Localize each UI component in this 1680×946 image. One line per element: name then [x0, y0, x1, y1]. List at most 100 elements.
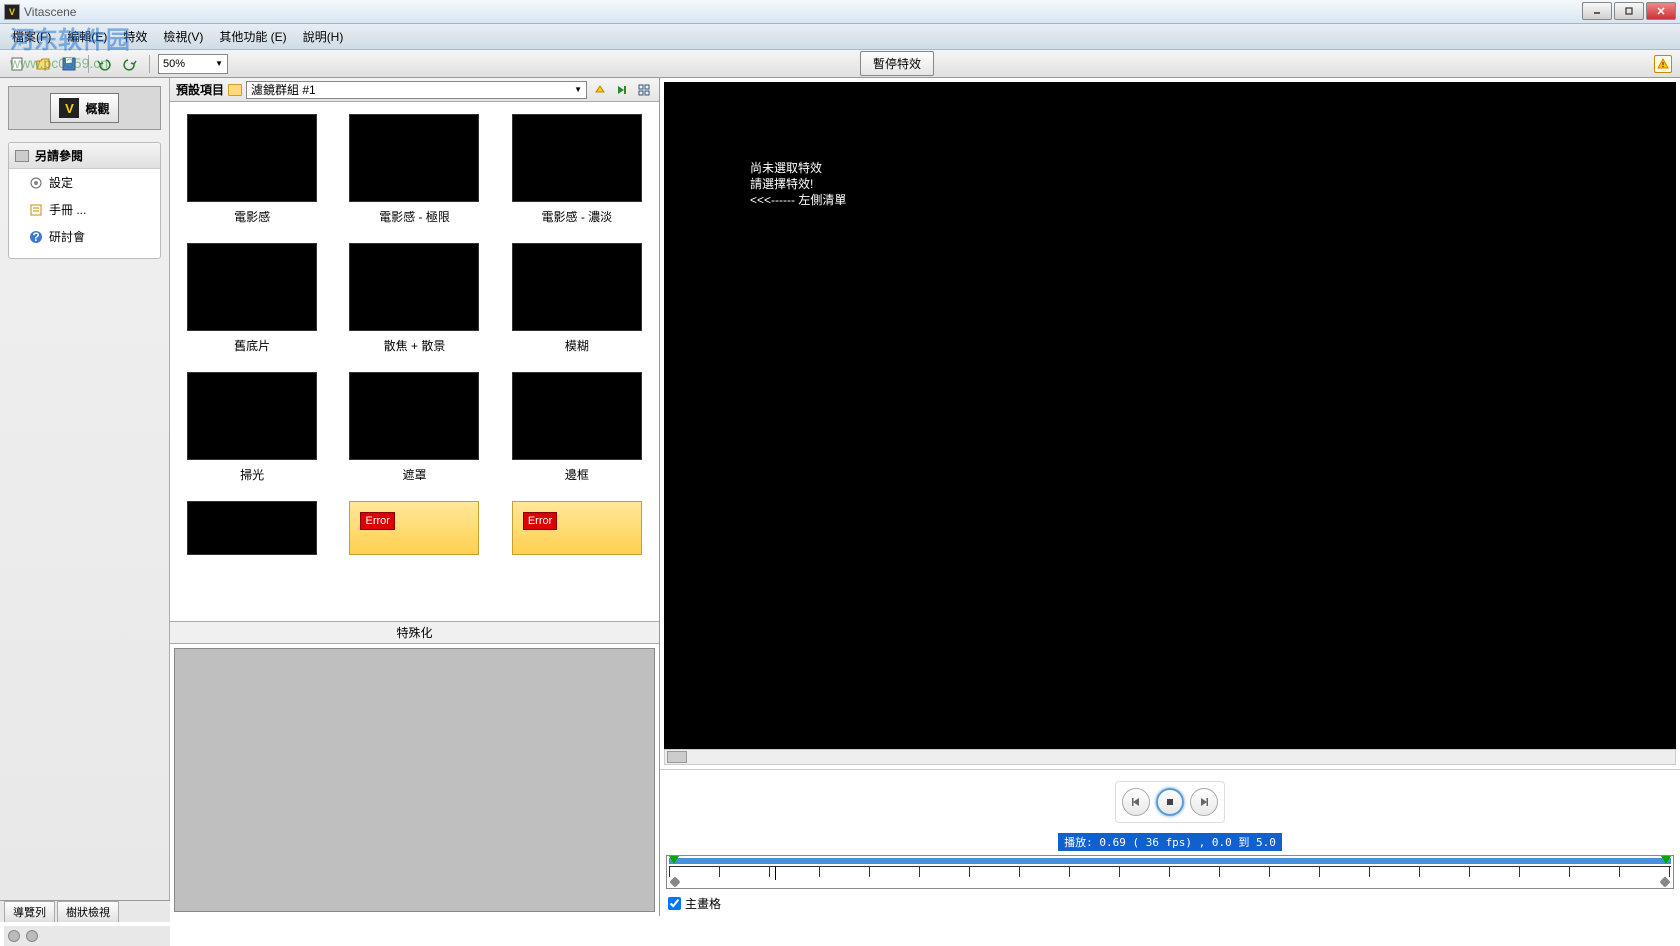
preset-name: 電影感 - 濃淡	[541, 208, 612, 225]
toolbar-separator	[88, 55, 89, 73]
preset-name: 散焦 + 散景	[384, 337, 446, 354]
preset-thumb	[187, 114, 317, 202]
stop-button[interactable]	[1156, 788, 1184, 816]
overview-icon: V	[59, 98, 79, 118]
preset-name: 電影感 - 極限	[379, 208, 450, 225]
preset-thumb	[512, 372, 642, 460]
new-button[interactable]	[6, 53, 28, 75]
sidebar-item-workshop[interactable]: ? 研討會	[9, 223, 160, 250]
preset-thumb	[349, 114, 479, 202]
folder-icon	[228, 84, 242, 96]
keyframe-label: 主畫格	[685, 895, 721, 912]
preset-item[interactable]: 掃光	[178, 372, 326, 483]
toolbar: 50% ▼ 暫停特效	[0, 50, 1680, 78]
preview-viewport: 尚未選取特效 請選擇特效! <<<------ 左側清單	[664, 82, 1676, 749]
preset-item[interactable]	[178, 501, 326, 555]
preset-item[interactable]: 遮罩	[340, 372, 488, 483]
scrollbar-thumb[interactable]	[667, 751, 687, 763]
preset-thumb	[512, 243, 642, 331]
preset-item[interactable]: 邊框	[503, 372, 651, 483]
menu-file[interactable]: 檔案(F)	[4, 25, 59, 48]
preview-message: 尚未選取特效 請選擇特效! <<<------ 左側清單	[750, 160, 846, 208]
preset-item[interactable]: 電影感	[178, 114, 326, 225]
timeline-end-marker[interactable]	[1661, 856, 1671, 864]
playback-status: 播放: 0.69 ( 36 fps) , 0.0 到 5.0	[1058, 833, 1282, 851]
preset-name: 舊底片	[234, 337, 270, 354]
timeline-keyframe-end[interactable]	[1659, 876, 1670, 887]
preset-thumb-error: Error	[512, 501, 642, 555]
app-icon: V	[4, 4, 20, 20]
sidebar-item-manual[interactable]: 手冊 ...	[9, 196, 160, 223]
tab-navbar[interactable]: 導覽列	[4, 901, 55, 922]
preset-grid[interactable]: 電影感電影感 - 極限 電影感 - 濃淡舊底片 散焦 + 散景 模糊掃光 遮罩 邊框 Err…	[170, 102, 659, 622]
folder-icon	[15, 150, 29, 162]
redo-button[interactable]	[119, 53, 141, 75]
preset-name: 邊框	[565, 466, 589, 483]
preset-name: 遮罩	[402, 466, 426, 483]
left-sidebar: V 概觀 另請參閱 設定 手冊 ... ? 研討會	[0, 78, 170, 916]
menu-edit[interactable]: 編輯(E)	[59, 25, 115, 48]
see-also-header: 另請參閱	[9, 143, 160, 169]
step-forward-button[interactable]	[1190, 788, 1218, 816]
undo-button[interactable]	[93, 53, 115, 75]
preset-item[interactable]: Error	[340, 501, 488, 555]
preset-thumb	[187, 501, 317, 555]
step-back-button[interactable]	[1122, 788, 1150, 816]
warning-icon[interactable]	[1654, 55, 1672, 73]
right-column: 尚未選取特效 請選擇特效! <<<------ 左側清單 播放: 0.69 ( …	[660, 78, 1680, 916]
timeline[interactable]	[666, 855, 1674, 889]
preset-item[interactable]: 模糊	[503, 243, 651, 354]
overview-label: 概觀	[85, 100, 109, 117]
preset-thumb	[187, 372, 317, 460]
preset-toolbar: 預設項目 濾鏡群組 #1 ▼	[170, 78, 659, 102]
chevron-down-icon: ▼	[215, 59, 223, 68]
timeline-start-marker[interactable]	[669, 856, 679, 864]
book-icon	[29, 203, 43, 217]
zoom-combo[interactable]: 50% ▼	[158, 54, 228, 74]
preset-item[interactable]: 電影感 - 極限	[340, 114, 488, 225]
keyframe-checkbox[interactable]	[668, 897, 681, 910]
playback-controls	[660, 769, 1680, 833]
preset-group-combo[interactable]: 濾鏡群組 #1 ▼	[246, 81, 587, 99]
keyframe-row: 主畫格	[660, 891, 1680, 916]
menu-view[interactable]: 檢視(V)	[155, 25, 211, 48]
property-panel	[174, 648, 655, 912]
up-button[interactable]	[591, 81, 609, 99]
status-dot	[8, 930, 20, 942]
minimize-button[interactable]	[1582, 2, 1612, 20]
maximize-button[interactable]	[1614, 2, 1644, 20]
menu-help[interactable]: 說明(H)	[295, 25, 352, 48]
preset-item[interactable]: 散焦 + 散景	[340, 243, 488, 354]
toolbar-separator	[149, 55, 150, 73]
preset-thumb	[187, 243, 317, 331]
pause-effect-button[interactable]: 暫停特效	[860, 51, 934, 76]
bottom-tabs: 導覽列 樹狀檢視	[0, 900, 170, 922]
preview-container: 尚未選取特效 請選擇特效! <<<------ 左側清單	[660, 78, 1680, 769]
main-area: V 概觀 另請參閱 設定 手冊 ... ? 研討會	[0, 78, 1680, 916]
open-button[interactable]	[32, 53, 54, 75]
preset-item[interactable]: 電影感 - 濃淡	[503, 114, 651, 225]
preset-item[interactable]: 舊底片	[178, 243, 326, 354]
preset-thumb	[512, 114, 642, 202]
timeline-keyframe-start[interactable]	[669, 876, 680, 887]
selection-label: 特殊化	[170, 622, 659, 644]
preset-item[interactable]: Error	[503, 501, 651, 555]
sidebar-item-settings[interactable]: 設定	[9, 169, 160, 196]
forward-button[interactable]	[613, 81, 631, 99]
menu-other[interactable]: 其他功能 (E)	[211, 25, 294, 48]
grid-view-button[interactable]	[635, 81, 653, 99]
timeline-tick	[775, 866, 776, 880]
chevron-down-icon: ▼	[574, 85, 582, 94]
center-column: 預設項目 濾鏡群組 #1 ▼ 電影感電影感 - 極限 電影感 - 濃淡舊底片 散焦 …	[170, 78, 660, 916]
save-button[interactable]	[58, 53, 80, 75]
timeline-ruler	[669, 866, 1671, 876]
preset-name: 掃光	[240, 466, 264, 483]
preview-horizontal-scrollbar[interactable]	[664, 749, 1676, 765]
close-button[interactable]	[1646, 2, 1676, 20]
tab-treeview[interactable]: 樹狀檢視	[57, 901, 119, 922]
timeline-track	[669, 858, 1671, 864]
overview-button[interactable]: V 概觀	[50, 93, 118, 123]
preset-label: 預設項目	[176, 81, 224, 98]
menu-effect[interactable]: 特效	[115, 25, 155, 48]
preset-thumb	[349, 243, 479, 331]
